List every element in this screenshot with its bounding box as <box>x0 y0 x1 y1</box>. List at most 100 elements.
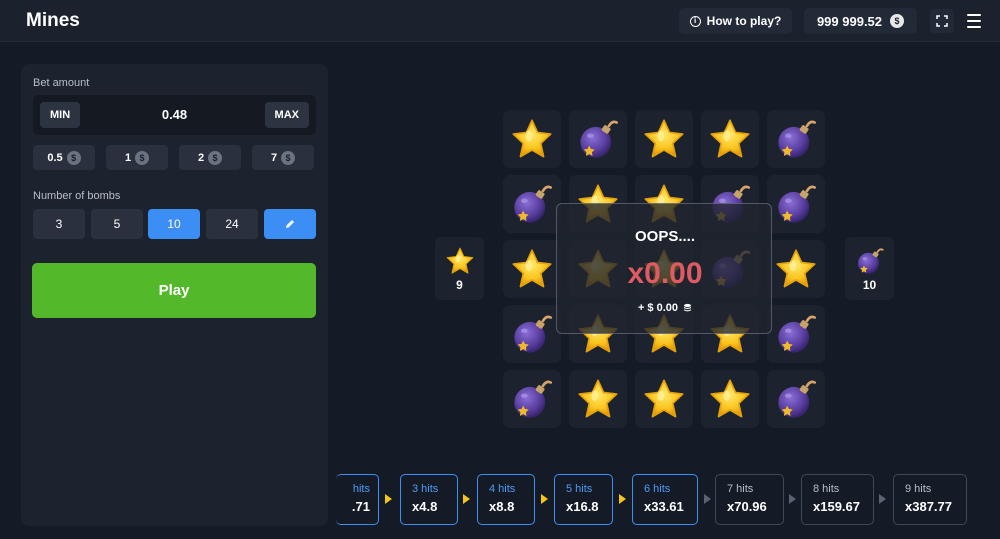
play-button[interactable]: Play <box>32 263 316 318</box>
hit-multiplier-value: x8.8 <box>489 499 515 514</box>
quick-bet-button[interactable]: 1 $ <box>106 145 168 170</box>
hit-multiplier-card: 8 hits x159.67 <box>801 474 874 525</box>
pencil-icon <box>286 220 294 228</box>
hit-multiplier-card: 3 hits x4.8 <box>400 474 458 525</box>
quick-bet-amount: 2 <box>197 151 205 164</box>
menu-icon-bar <box>967 26 981 28</box>
result-multiplier: x0.00 <box>627 257 703 290</box>
bomb-icon <box>774 182 818 226</box>
grid-cell[interactable] <box>701 110 759 168</box>
max-button[interactable]: MAX <box>264 102 309 128</box>
menu-button[interactable] <box>964 12 984 30</box>
grid-cell[interactable] <box>503 240 561 298</box>
balance-value: 999 999.52 <box>816 13 883 29</box>
bomb-icon <box>510 182 554 226</box>
bomb-icon <box>510 312 554 356</box>
quick-bet-amount: 7 <box>270 151 278 164</box>
grid-cell[interactable] <box>701 370 759 428</box>
quick-bet-amount: 0.5 <box>47 151 63 164</box>
hit-multiplier-card: 6 hits x33.61 <box>632 474 698 525</box>
progress-arrow-icon <box>879 494 886 504</box>
hit-multiplier-card: 9 hits x387.77 <box>893 474 967 525</box>
grid-cell[interactable] <box>767 240 825 298</box>
hit-multiplier-value: x16.8 <box>566 499 599 514</box>
hit-count-label: 8 hits <box>813 483 840 495</box>
quick-bet-button[interactable]: 0.5 $ <box>33 145 95 170</box>
bombs-label: Number of bombs <box>33 190 121 202</box>
stars-remaining-count: 9 <box>456 277 463 292</box>
bombs-option-button[interactable]: 24 <box>206 209 258 239</box>
hit-count-label: 7 hits <box>727 483 754 495</box>
progress-arrow-icon <box>789 494 796 504</box>
quick-bet-button[interactable]: 2 $ <box>179 145 241 170</box>
grid-cell[interactable] <box>767 305 825 363</box>
hit-count-label: 6 hits <box>644 483 671 495</box>
coin-icon: $ <box>208 150 223 165</box>
star-icon <box>642 117 686 161</box>
star-icon <box>708 117 752 161</box>
hit-multiplier-value: x4.8 <box>412 499 438 514</box>
hit-multiplier-card: 7 hits x70.96 <box>715 474 784 525</box>
min-button[interactable]: MIN <box>40 102 81 128</box>
grid-cell[interactable] <box>635 370 693 428</box>
hit-multiplier-value: x33.61 <box>644 499 684 514</box>
star-icon <box>510 117 554 161</box>
hit-count-label: 5 hits <box>566 483 593 495</box>
grid-cell[interactable] <box>503 175 561 233</box>
fullscreen-button[interactable] <box>930 9 954 33</box>
bombs-total-tile: 10 <box>845 237 894 300</box>
hit-multiplier-value: x387.77 <box>905 499 952 514</box>
how-to-play-label: How to play? <box>706 14 782 28</box>
progress-arrow-icon <box>619 494 626 504</box>
info-icon: i <box>689 15 701 27</box>
stars-remaining-tile: 9 <box>435 237 484 300</box>
grid-cell[interactable] <box>503 110 561 168</box>
star-icon <box>708 377 752 421</box>
bombs-option-button[interactable]: 5 <box>91 209 143 239</box>
bomb-icon <box>510 377 554 421</box>
star-icon <box>774 247 818 291</box>
bomb-icon <box>774 377 818 421</box>
bet-amount-field[interactable]: 0.48 MIN MAX <box>33 95 316 135</box>
bombs-option-button-selected[interactable]: 10 <box>148 209 200 239</box>
grid-cell[interactable] <box>767 175 825 233</box>
grid-cell[interactable] <box>635 110 693 168</box>
coin-icon: $ <box>890 14 905 28</box>
how-to-play-button[interactable]: i How to play? <box>679 8 792 34</box>
grid-cell[interactable] <box>767 110 825 168</box>
custom-bombs-button[interactable] <box>264 209 316 239</box>
menu-icon-bar <box>967 20 981 22</box>
grid-cell[interactable] <box>503 370 561 428</box>
balance-display: 999 999.52 $ <box>804 8 917 34</box>
result-winnings-value: + $ 0.00 <box>637 302 679 314</box>
progress-arrow-icon <box>704 494 711 504</box>
fullscreen-icon <box>936 15 948 27</box>
bombs-total-count: 10 <box>862 277 877 292</box>
grid-cell[interactable] <box>503 305 561 363</box>
bomb-icon <box>774 312 818 356</box>
hit-multiplier-value: x70.96 <box>727 499 767 514</box>
bombs-option-button[interactable]: 3 <box>33 209 85 239</box>
coin-icon: $ <box>135 150 150 165</box>
menu-icon-bar <box>967 14 981 16</box>
result-overlay: OOPS.... x0.00 + $ 0.00 <box>556 203 772 334</box>
grid-cell[interactable] <box>569 370 627 428</box>
bomb-icon <box>576 117 620 161</box>
app-title: Mines <box>26 10 80 31</box>
hit-count-label: hits <box>352 483 370 495</box>
star-icon <box>642 377 686 421</box>
bet-amount-label: Bet amount <box>33 77 90 89</box>
grid-cell[interactable] <box>569 110 627 168</box>
quick-bet-button[interactable]: 7 $ <box>252 145 314 170</box>
progress-arrow-icon <box>541 494 548 504</box>
hit-count-label: 3 hits <box>412 483 439 495</box>
star-icon <box>576 377 620 421</box>
grid-cell[interactable] <box>767 370 825 428</box>
bet-panel: Bet amount 0.48 MIN MAX 0.5 $ 1 $ 2 $ 7 … <box>21 64 328 526</box>
bomb-icon <box>774 117 818 161</box>
coin-icon: $ <box>66 150 81 165</box>
star-icon <box>510 247 554 291</box>
hit-count-label: 9 hits <box>905 483 932 495</box>
hit-multiplier-card: 4 hits x8.8 <box>477 474 535 525</box>
star-icon <box>445 246 475 276</box>
